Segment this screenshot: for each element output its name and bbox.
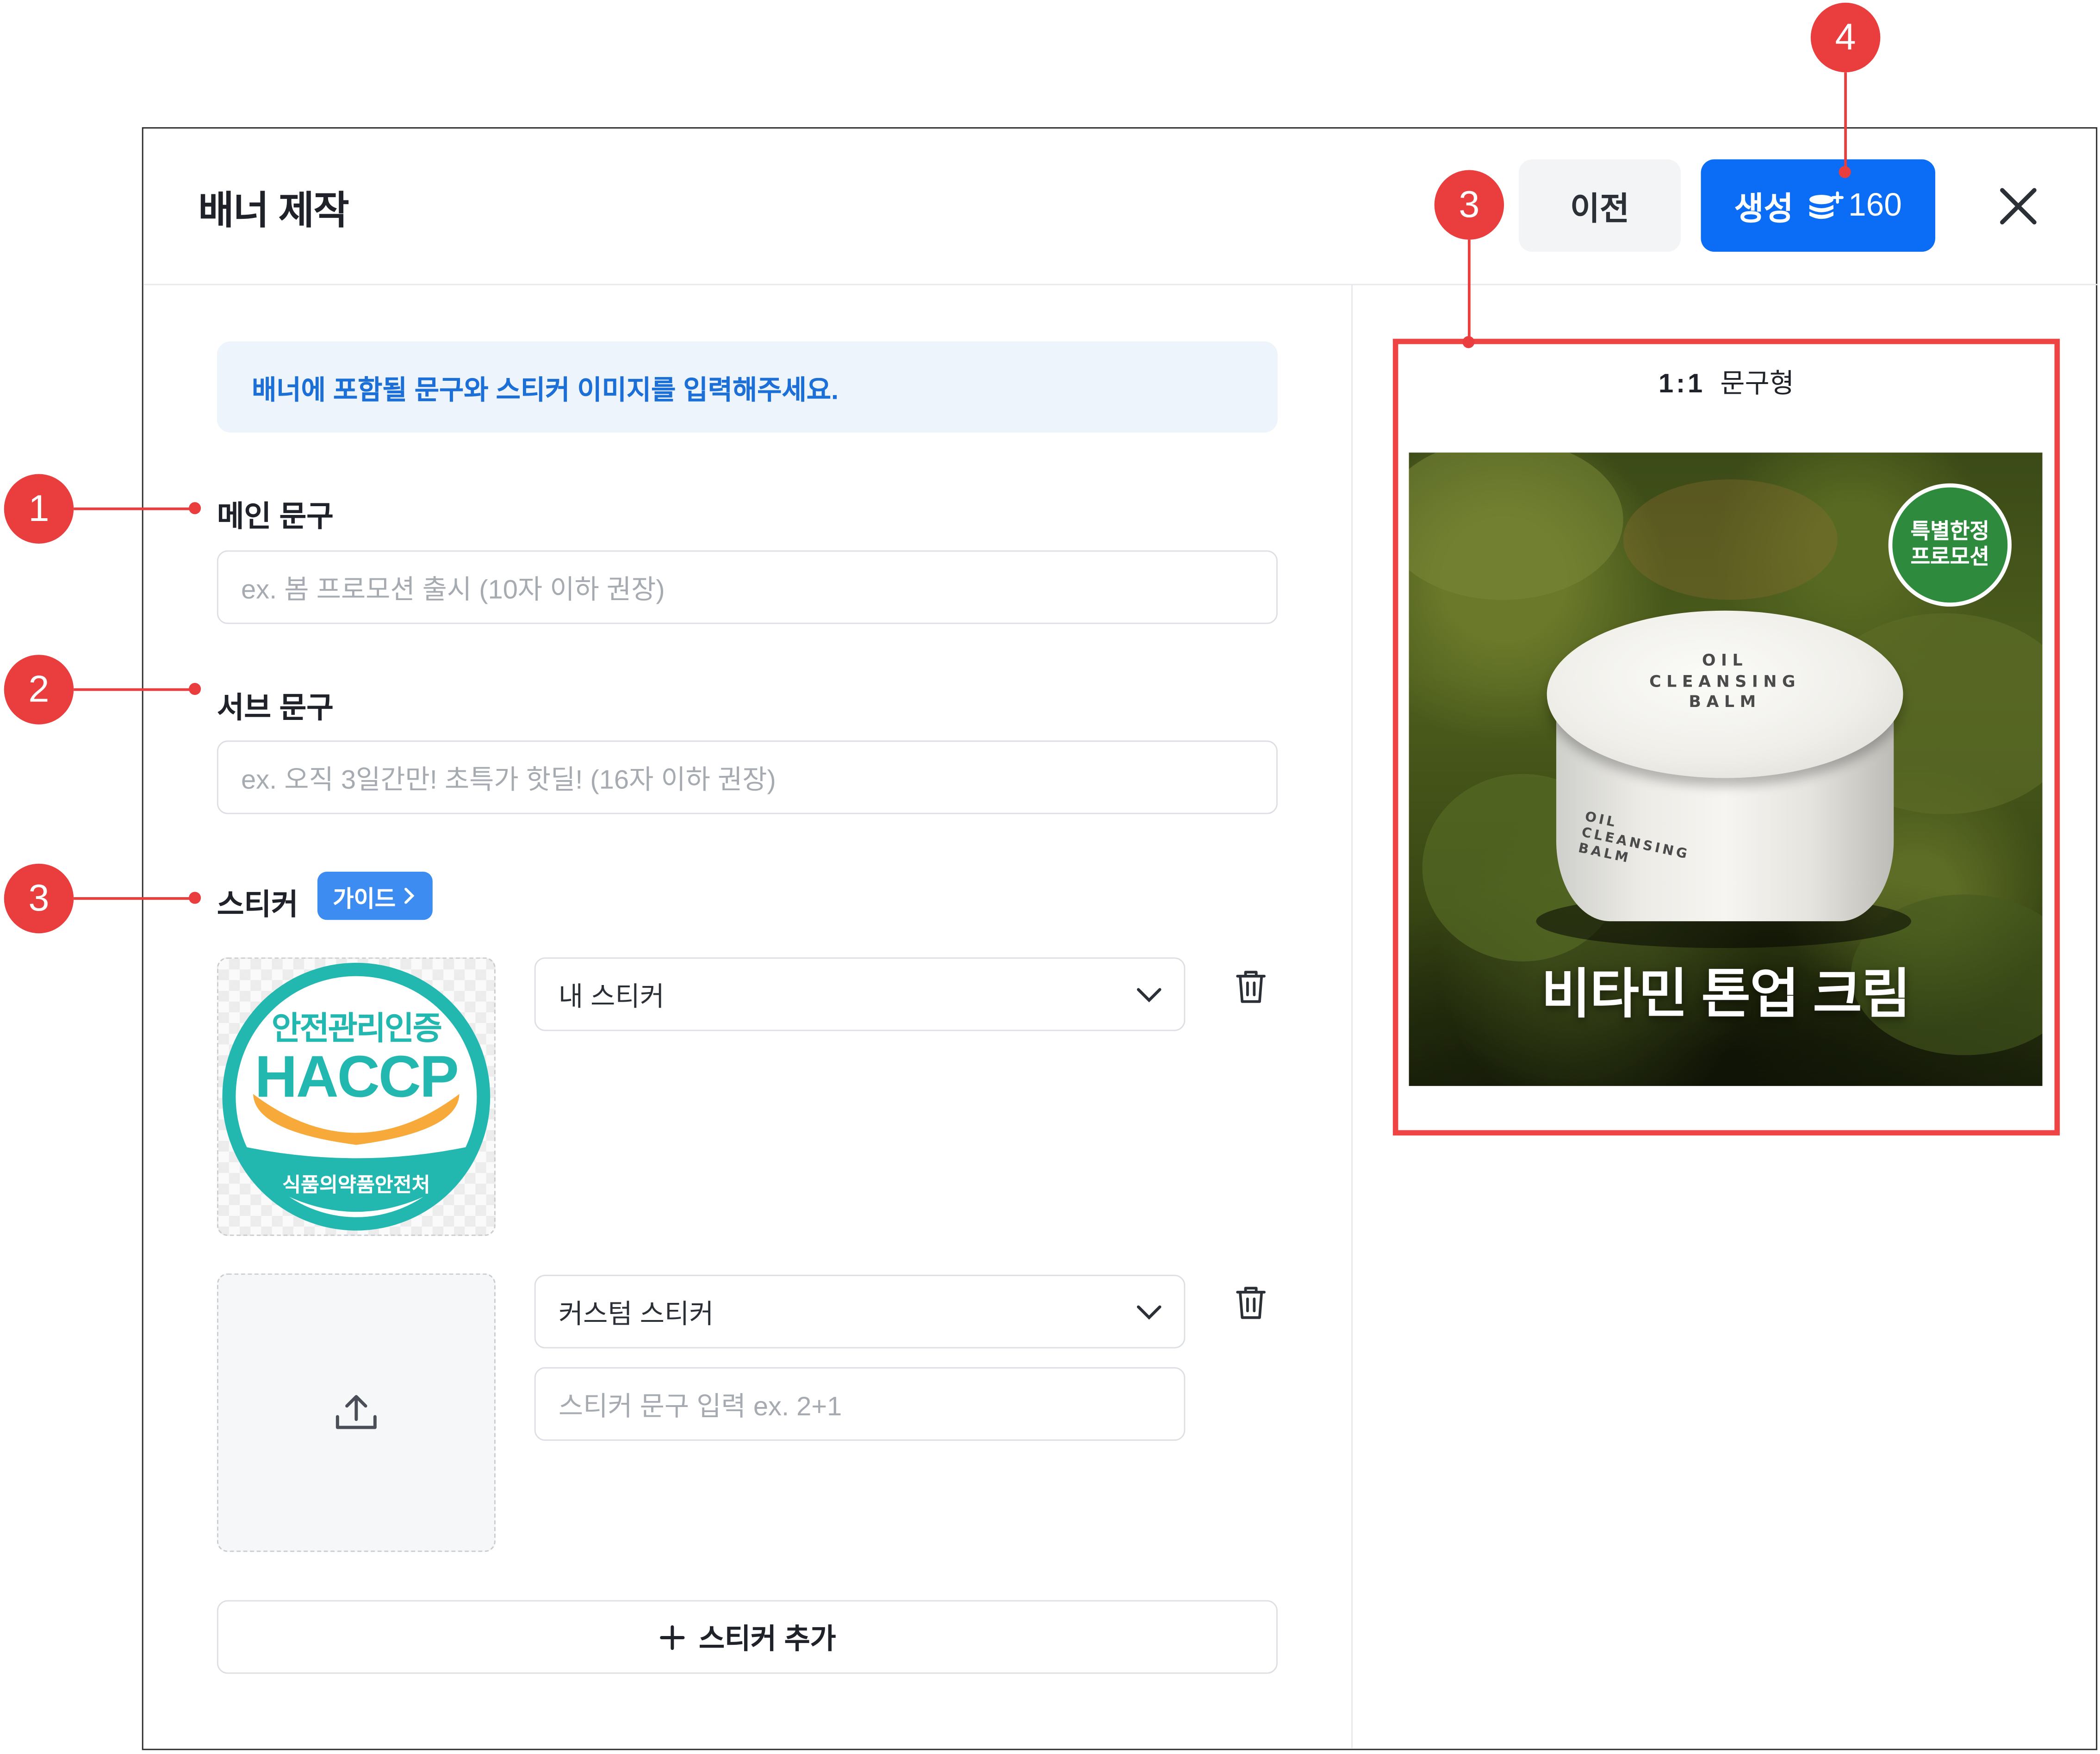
preview-type: 문구형 <box>1720 369 1794 399</box>
preview-type-label: 1:1 문구형 <box>1397 361 2056 400</box>
annotation-dot-1 <box>189 502 201 514</box>
sticker-type-select-2[interactable]: 커스텀 스티커 <box>534 1275 1186 1349</box>
annotation-line-3-preview <box>1467 240 1471 341</box>
header-divider <box>143 284 2098 285</box>
annotation-line-3 <box>74 897 190 900</box>
annotation-line-2 <box>74 688 190 691</box>
banner-title: 비타민 톤업 크림 <box>1541 965 1911 1024</box>
annotation-dot-4 <box>1839 166 1851 178</box>
chevron-down-icon <box>1137 987 1162 1002</box>
annotation-dot-2 <box>189 682 201 695</box>
annotation-line-4 <box>1844 72 1847 169</box>
guide-label: 가이드 <box>333 886 396 911</box>
sticker-type-select-1[interactable]: 내 스티커 <box>534 957 1186 1031</box>
info-message: 배너에 포함될 문구와 스티커 이미지를 입력해주세요. <box>217 341 1278 433</box>
sticker-text-input[interactable]: 스티커 문구 입력 ex. 2+1 <box>534 1367 1186 1441</box>
generate-label: 생성 <box>1734 191 1794 228</box>
annotation-badge-2: 2 <box>4 655 74 725</box>
sticker-type-value-1: 내 스티커 <box>558 983 665 1012</box>
annotation-badge-1: 1 <box>4 474 74 544</box>
annotation-badge-3: 3 <box>4 863 74 934</box>
sticker-label: 스티커 <box>217 887 298 922</box>
product-lid-text: OIL CLEANSING BALM <box>1649 651 1801 712</box>
generate-button[interactable]: 생성 160 <box>1701 159 1935 252</box>
main-text-label: 메인 문구 <box>217 499 334 533</box>
guide-button[interactable]: 가이드 <box>317 872 433 920</box>
chevron-right-icon <box>405 887 415 904</box>
haccp-top-text: 안전관리인증 <box>271 1011 442 1047</box>
annotation-badge-4: 4 <box>1810 2 1881 73</box>
promo-sticker: 특별한정 프로모션 <box>1888 483 2012 607</box>
upload-icon <box>336 1395 377 1429</box>
main-text-input[interactable]: ex. 봄 프로모션 출시 (10자 이하 권장) <box>217 550 1278 624</box>
annotation-badge-3-preview: 3 <box>1434 170 1504 240</box>
plus-icon <box>659 1624 684 1649</box>
credit-counter: 160 <box>1807 187 1902 224</box>
annotation-dot-3-preview <box>1462 336 1475 348</box>
sticker-type-value-2: 커스텀 스티커 <box>558 1300 714 1330</box>
annotation-dot-3 <box>189 892 201 904</box>
add-sticker-label: 스티커 추가 <box>699 1624 836 1655</box>
chevron-down-icon <box>1137 1305 1162 1319</box>
trash-icon[interactable] <box>1233 1284 1268 1321</box>
coin-stack-icon <box>1809 191 1844 218</box>
close-icon[interactable] <box>1990 178 2047 235</box>
sub-text-label: 서브 문구 <box>217 691 334 725</box>
prev-button[interactable]: 이전 <box>1518 159 1681 252</box>
sub-text-input[interactable]: ex. 오직 3일간만! 초특가 핫딜! (16자 이하 권장) <box>217 740 1278 814</box>
sticker-upload-area[interactable] <box>217 1273 496 1552</box>
haccp-main-text: HACCP <box>255 1044 459 1110</box>
add-sticker-button[interactable]: 스티커 추가 <box>217 1600 1278 1674</box>
trash-icon[interactable] <box>1233 968 1268 1005</box>
preview-ratio: 1:1 <box>1658 369 1706 399</box>
sticker-thumbnail-1[interactable]: 안전관리인증 HACCP 식품의약품안전처 <box>217 957 496 1236</box>
panel-divider <box>1351 285 1353 1749</box>
banner-preview-image: OIL CLEANSING BALM OIL CLEANSING BALM 특별… <box>1409 452 2043 1086</box>
credit-value: 160 <box>1848 186 1902 223</box>
annotation-line-1 <box>74 507 190 510</box>
dialog-title: 배너 제작 <box>198 190 349 233</box>
haccp-bottom-text: 식품의약품안전처 <box>282 1174 430 1197</box>
